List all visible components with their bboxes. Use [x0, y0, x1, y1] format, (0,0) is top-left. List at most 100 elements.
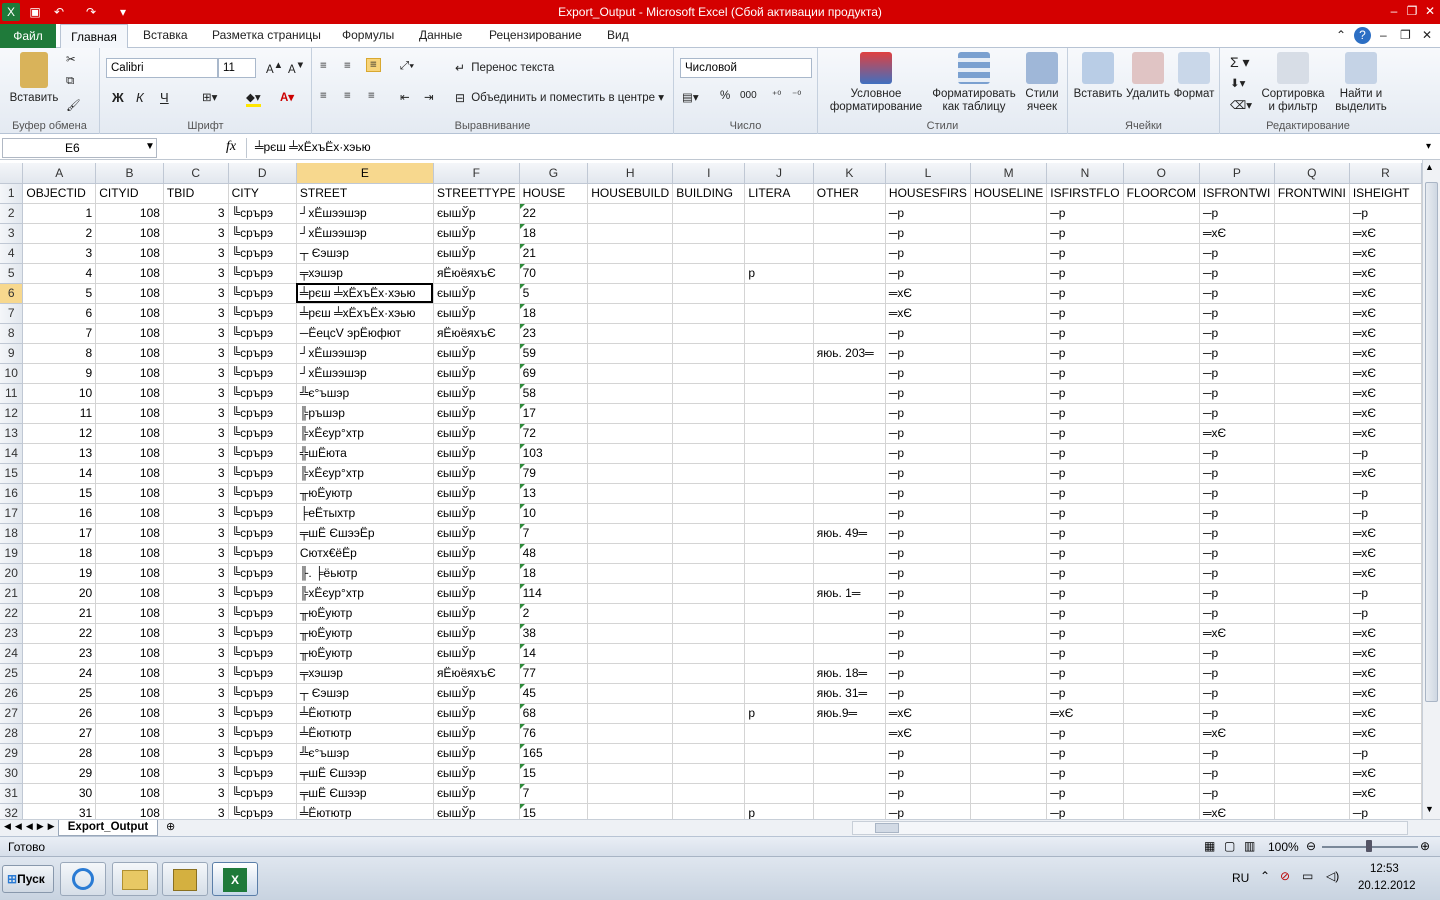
cell-n29[interactable]: ─р — [1046, 743, 1124, 764]
cell-o25[interactable] — [1123, 663, 1200, 684]
cell-q11[interactable] — [1274, 383, 1350, 404]
cell-k20[interactable] — [813, 563, 886, 584]
cell-f32[interactable]: єышЎр — [433, 803, 520, 819]
cell-h20[interactable] — [587, 563, 674, 584]
cell-d11[interactable]: ╚срърэ — [228, 383, 297, 404]
cell-i17[interactable] — [672, 503, 746, 524]
column-header-q[interactable]: Q — [1274, 163, 1350, 184]
cell-b25[interactable]: 108 — [95, 663, 164, 684]
cell-j30[interactable] — [744, 763, 814, 784]
cell-c29[interactable]: 3 — [163, 743, 229, 764]
copy-icon[interactable]: ⧉ — [66, 75, 74, 88]
shrink-font-icon[interactable]: A▼ — [288, 60, 305, 76]
cell-e11[interactable]: ╩є°ъшэр — [296, 383, 434, 404]
cell-f3[interactable]: єышЎр — [433, 223, 520, 244]
row-header[interactable]: 22 — [0, 603, 24, 624]
cell-b30[interactable]: 108 — [95, 763, 164, 784]
cell-o12[interactable] — [1123, 403, 1200, 424]
cell-m2[interactable] — [970, 203, 1048, 224]
cell-r32[interactable]: ─р — [1349, 803, 1422, 819]
tab-data[interactable]: Данные — [419, 28, 462, 42]
cell-d20[interactable]: ╚срърэ — [228, 563, 297, 584]
close-button[interactable]: ✕ — [1420, 2, 1440, 20]
cell-i8[interactable] — [672, 323, 746, 344]
cell-o6[interactable] — [1123, 283, 1200, 304]
insert-sheet-icon[interactable]: ⊕ — [166, 820, 175, 833]
cell-q8[interactable] — [1274, 323, 1350, 344]
row-header[interactable]: 21 — [0, 583, 24, 604]
cell-i13[interactable] — [672, 423, 746, 444]
cell-f23[interactable]: єышЎр — [433, 623, 520, 644]
page-break-view-icon[interactable]: ▥ — [1244, 839, 1255, 853]
delete-cells-button[interactable]: Удалить — [1124, 52, 1172, 101]
paste-button[interactable]: Вставить — [8, 52, 60, 105]
cell-l4[interactable]: ─р — [885, 243, 971, 264]
cell-k22[interactable] — [813, 603, 886, 624]
merge-center-button[interactable]: ⊟ Объединить и поместить в центре ▾ — [452, 90, 664, 106]
cell-g25[interactable]: 77 — [519, 663, 589, 684]
cell-j12[interactable] — [744, 403, 814, 424]
increase-decimal-icon[interactable]: ⁺⁰ — [772, 90, 781, 101]
cell-m24[interactable] — [970, 643, 1048, 664]
cell-r30[interactable]: ═хЄ — [1349, 763, 1422, 784]
cell-d6[interactable]: ╚срърэ — [228, 283, 297, 304]
cell-e17[interactable]: ╞еЁтыхтр — [296, 503, 434, 524]
row-header[interactable]: 4 — [0, 243, 24, 264]
cell-table[interactable]: ABCDEFGHIJKLMNOPQR 1 OBJECTID CITYID TBID CI… — [0, 163, 1422, 819]
cell-m22[interactable] — [970, 603, 1048, 624]
cell-l30[interactable]: ─р — [885, 763, 971, 784]
cell-q30[interactable] — [1274, 763, 1350, 784]
cell-k5[interactable] — [813, 263, 886, 284]
cell-m10[interactable] — [970, 363, 1048, 384]
cell-j10[interactable] — [744, 363, 814, 384]
cell-m12[interactable] — [970, 403, 1048, 424]
cell-p9[interactable]: ─р — [1199, 343, 1275, 364]
cell-h28[interactable] — [587, 723, 674, 744]
cell-d12[interactable]: ╚срърэ — [228, 403, 297, 424]
cell-d30[interactable]: ╚срърэ — [228, 763, 297, 784]
sort-filter-button[interactable]: Сортировка и фильтр — [1258, 52, 1328, 114]
cell-p24[interactable]: ─р — [1199, 643, 1275, 664]
row-header[interactable]: 29 — [0, 743, 24, 764]
namebox-dropdown-icon[interactable]: ▼ — [145, 141, 155, 152]
row-header[interactable]: 18 — [0, 523, 24, 544]
cell-l32[interactable]: ─р — [885, 803, 971, 819]
cell-h2[interactable] — [587, 203, 674, 224]
cell-j11[interactable] — [744, 383, 814, 404]
row-header[interactable]: 10 — [0, 363, 24, 384]
cell-g13[interactable]: 72 — [519, 423, 589, 444]
cell-d18[interactable]: ╚срърэ — [228, 523, 297, 544]
cell-b29[interactable]: 108 — [95, 743, 164, 764]
cell-a21[interactable]: 20 — [22, 583, 97, 604]
cell-m16[interactable] — [970, 483, 1048, 504]
cell-o11[interactable] — [1123, 383, 1200, 404]
number-format-select[interactable]: Числовой — [680, 58, 812, 78]
cell-b5[interactable]: 108 — [95, 263, 164, 284]
cell-r3[interactable]: ═хЄ — [1349, 223, 1422, 244]
vertical-scroll-thumb[interactable] — [1425, 182, 1438, 702]
cell-b27[interactable]: 108 — [95, 703, 164, 724]
cell-e19[interactable]: Сютх€ёЁр — [296, 543, 434, 564]
cell-i27[interactable] — [672, 703, 746, 724]
cell-e7[interactable]: ╧рєш ╧хЁхъЁх·хэью — [296, 303, 434, 324]
cell-a3[interactable]: 2 — [22, 223, 97, 244]
column-header-e[interactable]: E — [296, 163, 434, 184]
cell-b22[interactable]: 108 — [95, 603, 164, 624]
cut-icon[interactable]: ✂ — [66, 52, 76, 66]
font-color-icon[interactable]: A▾ — [280, 90, 294, 104]
cell-f30[interactable]: єышЎр — [433, 763, 520, 784]
cell-i14[interactable] — [672, 443, 746, 464]
cell-l27[interactable]: ═хЄ — [885, 703, 971, 724]
cell-j19[interactable] — [744, 543, 814, 564]
insert-function-button[interactable]: fx — [226, 139, 236, 155]
cell-l31[interactable]: ─р — [885, 783, 971, 804]
decrease-decimal-icon[interactable]: ⁻⁰ — [792, 90, 801, 101]
cell-a17[interactable]: 16 — [22, 503, 97, 524]
cell-l22[interactable]: ─р — [885, 603, 971, 624]
cell-q13[interactable] — [1274, 423, 1350, 444]
cell-r17[interactable]: ─р — [1349, 503, 1422, 524]
cell-i2[interactable] — [672, 203, 746, 224]
cell-p22[interactable]: ─р — [1199, 603, 1275, 624]
cell-e22[interactable]: ╥юЁуютр — [296, 603, 434, 624]
cell-o30[interactable] — [1123, 763, 1200, 784]
